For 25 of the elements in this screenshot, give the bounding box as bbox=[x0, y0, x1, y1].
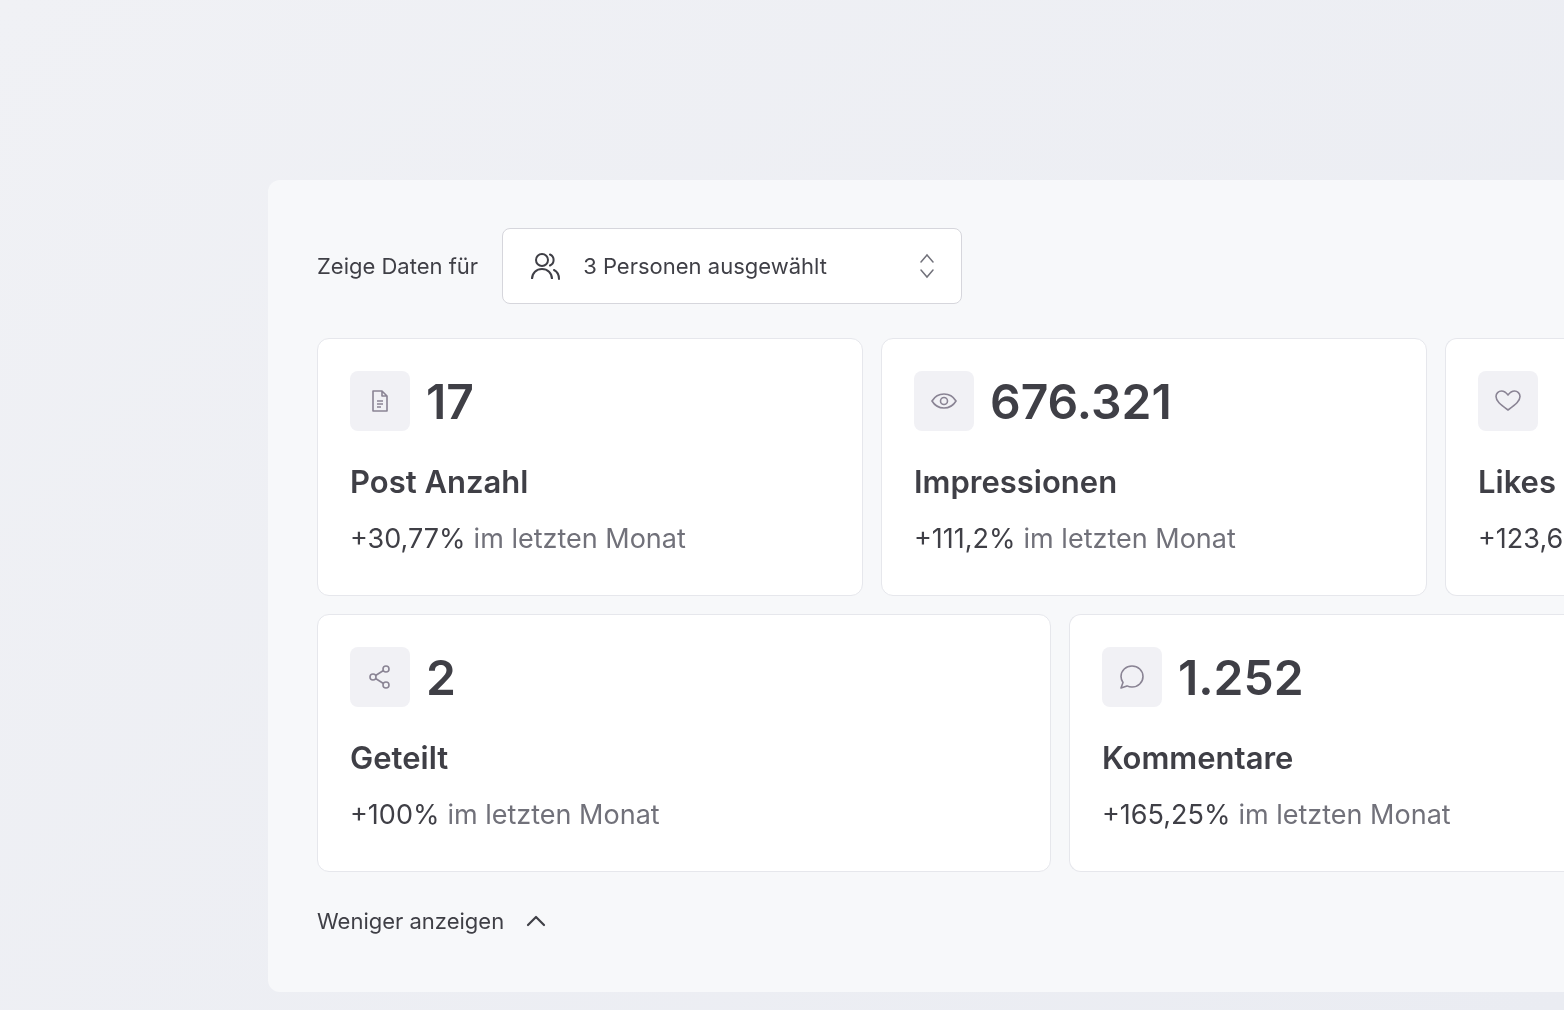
speech-bubble-icon bbox=[1119, 664, 1145, 690]
stat-value: 1.252 bbox=[1178, 647, 1304, 707]
stat-change: +123,6 bbox=[1478, 522, 1564, 555]
chevron-icon bbox=[526, 915, 547, 927]
stat-label: Likes bbox=[1478, 463, 1557, 500]
stat-change: +165,25% im letzten Monat bbox=[1102, 798, 1452, 831]
show-less-button[interactable]: Weniger anzeigen bbox=[317, 908, 547, 934]
eye-icon bbox=[931, 393, 957, 409]
stat-value: 17 bbox=[426, 371, 474, 431]
stat-value: 676.321 bbox=[990, 371, 1172, 431]
sort-caret-icon bbox=[919, 253, 936, 279]
stat-change: +30,77% im letzten Monat bbox=[350, 522, 687, 555]
filter-label: Zeige Daten für bbox=[317, 253, 479, 279]
heart-icon bbox=[1495, 390, 1521, 412]
people-icon bbox=[531, 252, 562, 280]
stat-label: Geteilt bbox=[350, 739, 450, 776]
stat-change: +100% im letzten Monat bbox=[350, 798, 661, 831]
stat-change: +111,2% im letzten Monat bbox=[914, 522, 1237, 555]
document-icon bbox=[369, 389, 391, 413]
stat-label: Kommentare bbox=[1102, 739, 1295, 776]
share-icon bbox=[368, 665, 392, 689]
stat-label: Post Anzahl bbox=[350, 463, 530, 500]
people-select[interactable]: 3 Personen ausgewählt bbox=[502, 228, 963, 304]
stat-label: Impressionen bbox=[914, 463, 1119, 500]
stat-value: 2 bbox=[426, 647, 456, 707]
